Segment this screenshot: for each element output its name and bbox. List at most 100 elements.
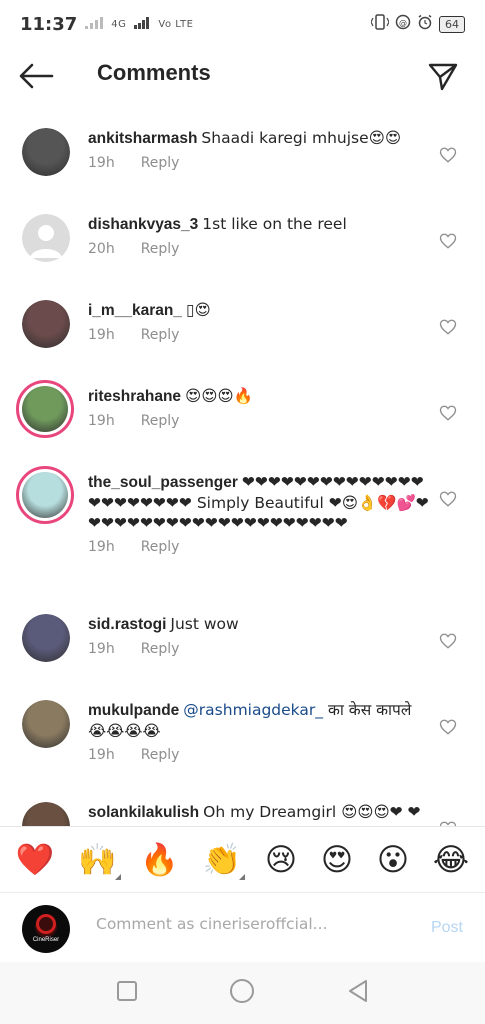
comment-time: 19h: [88, 413, 115, 429]
skin-tone-indicator-icon: [239, 874, 246, 880]
reply-button[interactable]: Reply: [141, 327, 180, 343]
avatar-photo: [22, 614, 70, 662]
comment-username[interactable]: riteshrahane: [88, 388, 181, 405]
comment-row: ankitsharmash Shaadi karegi mhujse😍😍 19h Re…: [0, 128, 485, 176]
comment-meta: 19h Reply: [88, 641, 429, 657]
post-button[interactable]: Post: [431, 919, 463, 937]
comment-text: i_m__karan_ ▯😍: [88, 300, 429, 321]
comment-body: ▯😍: [185, 301, 211, 319]
avatar-photo: [22, 386, 68, 432]
comment-time: 19h: [88, 155, 115, 171]
avatar[interactable]: [22, 802, 70, 826]
signal-icon: [85, 15, 104, 33]
comment-username[interactable]: ankitsharmash: [88, 130, 197, 147]
avatar[interactable]: [16, 380, 74, 438]
reaction-heart-icon[interactable]: ❤️: [16, 841, 55, 878]
avatar-photo: [22, 472, 68, 518]
mention-link[interactable]: @rashmiagdekar_: [183, 701, 323, 719]
system-nav-bar: [0, 962, 485, 1024]
comment-row: sid.rastogi Just wow 19h Reply: [0, 614, 485, 662]
comment-username[interactable]: mukulpande: [88, 702, 179, 719]
header: Comments: [0, 48, 485, 106]
like-heart-icon[interactable]: [439, 146, 457, 164]
reply-button[interactable]: Reply: [141, 641, 180, 657]
status-right: @ 64: [370, 14, 465, 34]
comment-text: riteshrahane 😍😍😍🔥: [88, 386, 429, 407]
reaction-laughing-icon[interactable]: 😂: [433, 842, 469, 878]
reply-button[interactable]: Reply: [141, 241, 180, 257]
comment-username[interactable]: the_soul_passenger: [88, 474, 238, 491]
send-icon[interactable]: [427, 60, 459, 92]
home-icon[interactable]: [229, 978, 255, 1008]
status-time: 11:37: [20, 13, 78, 35]
comment-time: 20h: [88, 241, 115, 257]
like-heart-icon[interactable]: [439, 632, 457, 650]
comment-row: solankilakulishOh my Dreamgirl 😍😍😍❤ ❤❤❤❤: [0, 802, 485, 826]
comment-username[interactable]: solankilakulish: [88, 804, 199, 821]
comment-row: mukulpande @rashmiagdekar_ का केस कापले 😭…: [0, 700, 485, 763]
status-left: 11:37 4G Vo LTE: [20, 14, 193, 35]
reply-button[interactable]: Reply: [141, 413, 180, 429]
back-arrow-icon[interactable]: [18, 62, 54, 90]
comment-time: 19h: [88, 327, 115, 343]
comment-meta: 20h Reply: [88, 241, 429, 257]
avatar-photo: [22, 700, 70, 748]
reply-button[interactable]: Reply: [141, 747, 180, 763]
reaction-raised-hands-icon[interactable]: 🙌: [78, 841, 121, 880]
reaction-crying-icon[interactable]: 😢: [265, 842, 297, 878]
comment-text: the_soul_passenger ❤❤❤❤❤❤❤❤❤❤❤❤❤❤❤❤❤❤❤❤❤❤…: [88, 472, 429, 533]
comment-username[interactable]: i_m__karan_: [88, 302, 182, 319]
comment-row: dishankvyas_3 1st like on the reel 20h Repl…: [0, 214, 485, 262]
reaction-surprised-icon[interactable]: 😮: [377, 842, 409, 878]
comment-row: i_m__karan_ ▯😍 19h Reply: [0, 300, 485, 348]
avatar[interactable]: [22, 214, 70, 262]
like-heart-icon[interactable]: [439, 490, 457, 508]
comment-input[interactable]: [96, 915, 396, 933]
reply-button[interactable]: Reply: [141, 539, 180, 555]
signal-icon-2: [134, 15, 150, 33]
comment-text: dishankvyas_3 1st like on the reel: [88, 214, 429, 235]
reaction-clapping-icon[interactable]: 👏: [203, 841, 246, 880]
like-heart-icon[interactable]: [439, 232, 457, 250]
avatar-photo: [22, 300, 70, 348]
comment-username[interactable]: sid.rastogi: [88, 616, 166, 633]
reaction-heart-eyes-icon[interactable]: 😍: [321, 842, 353, 878]
comment-text: ankitsharmash Shaadi karegi mhujse😍😍: [88, 128, 429, 149]
comment-body: Just wow: [170, 615, 239, 633]
comment-text: solankilakulishOh my Dreamgirl 😍😍😍❤ ❤❤❤❤: [88, 802, 429, 826]
avatar[interactable]: [22, 128, 70, 176]
comment-input-bar: CineRiser Post: [0, 892, 485, 963]
reaction-fire-icon[interactable]: 🔥: [140, 841, 179, 878]
like-heart-icon[interactable]: [439, 718, 457, 736]
reaction-bar: ❤️ 🙌 🔥 👏 😢 😍 😮 😂: [0, 826, 485, 892]
vibrate-icon: [370, 14, 390, 34]
comment-meta: 19h Reply: [88, 539, 429, 555]
avatar[interactable]: [22, 300, 70, 348]
like-heart-icon[interactable]: [439, 318, 457, 336]
comment-row: riteshrahane 😍😍😍🔥 19h Reply: [0, 380, 485, 438]
avatar[interactable]: [16, 466, 74, 524]
comment-body: 1st like on the reel: [202, 215, 347, 233]
comment-time: 19h: [88, 747, 115, 763]
avatar[interactable]: [22, 700, 70, 748]
data-saver-icon: @: [395, 14, 411, 34]
reply-button[interactable]: Reply: [141, 155, 180, 171]
avatar-photo: [22, 128, 70, 176]
volte-label: Vo LTE: [158, 18, 194, 30]
avatar[interactable]: [22, 614, 70, 662]
alarm-icon: [417, 14, 433, 34]
comment-text: sid.rastogi Just wow: [88, 614, 429, 635]
comment-username[interactable]: dishankvyas_3: [88, 216, 198, 233]
svg-text:@: @: [399, 19, 407, 28]
skin-tone-indicator-icon: [114, 874, 121, 880]
avatar-photo: [22, 802, 70, 826]
comments-list[interactable]: ankitsharmash Shaadi karegi mhujse😍😍 19h Re…: [0, 114, 485, 826]
like-heart-icon[interactable]: [439, 404, 457, 422]
battery-icon: 64: [439, 15, 465, 33]
status-bar: 11:37 4G Vo LTE @ 64: [0, 0, 485, 48]
recents-icon[interactable]: [116, 980, 138, 1006]
comment-meta: 19h Reply: [88, 155, 429, 171]
back-nav-icon[interactable]: [347, 979, 369, 1007]
network-label: 4G: [111, 18, 127, 30]
avatar-brand-text: CineRiser: [32, 937, 60, 943]
